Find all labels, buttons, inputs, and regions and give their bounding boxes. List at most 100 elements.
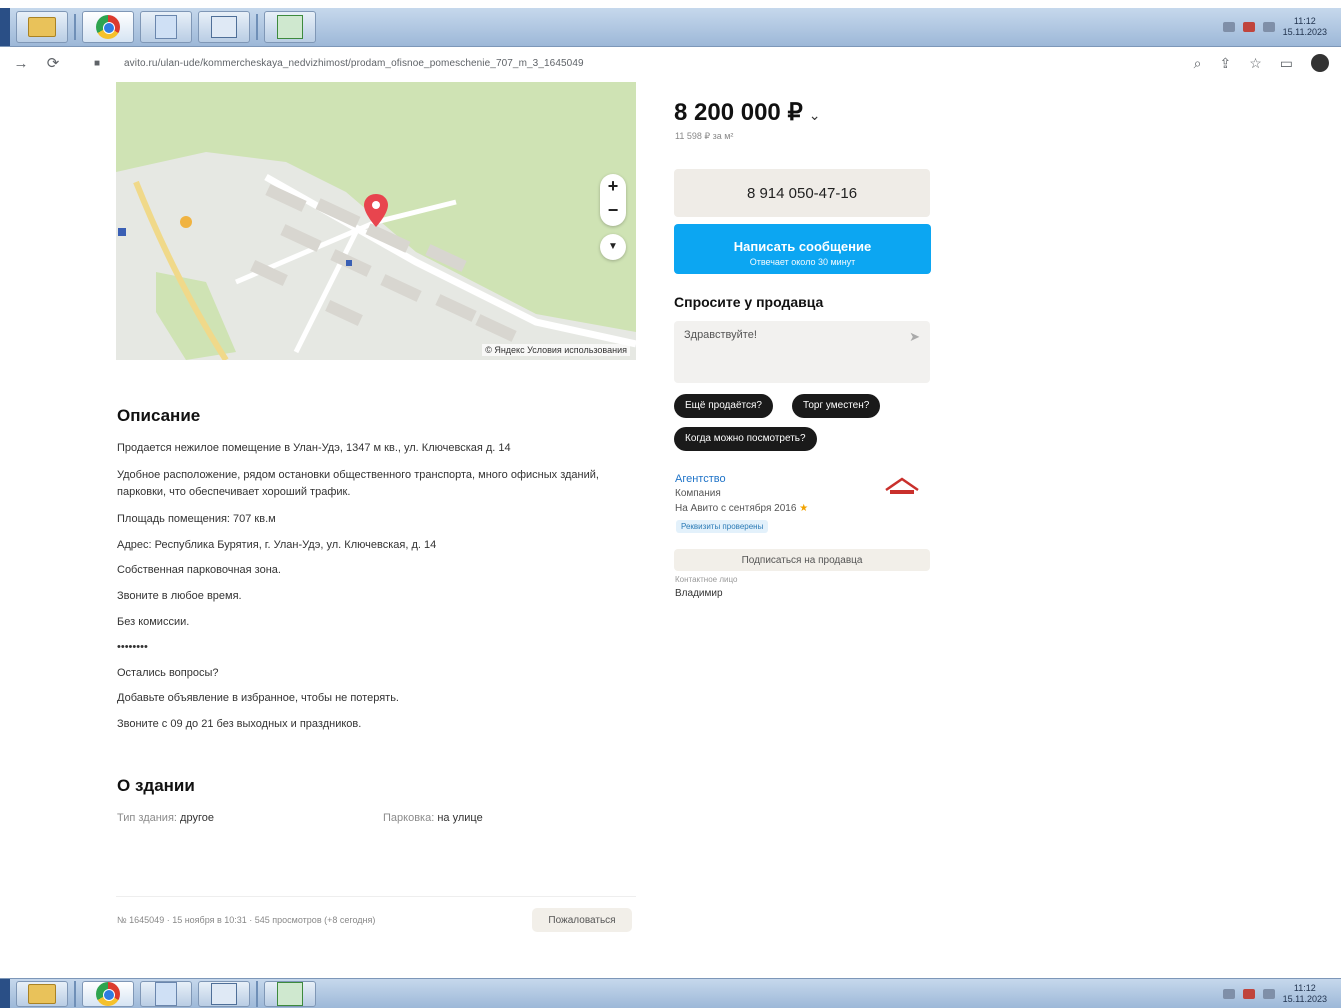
taskbar-separator: [74, 980, 76, 1007]
description-line: ••••••••: [117, 641, 148, 653]
building-item: Тип здания: другое: [117, 810, 214, 827]
taskbar-spreadsheet-button[interactable]: [264, 980, 316, 1007]
profile-avatar[interactable]: [1311, 54, 1329, 72]
taskbar-image-button[interactable]: [198, 980, 250, 1007]
description-line: Остались вопросы?: [117, 667, 219, 679]
building-item: Парковка: на улице: [383, 810, 483, 827]
building-value: другое: [180, 812, 214, 824]
description-line: Удобное расположение, рядом остановки об…: [117, 469, 599, 481]
seller-logo[interactable]: [882, 476, 922, 496]
chevron-down-icon[interactable]: ⌄: [809, 107, 821, 123]
seller-type: Компания: [675, 488, 721, 499]
price: 8 200 000 ₽ ⌄: [674, 98, 820, 127]
geolocation-button[interactable]: ▼: [600, 234, 626, 260]
taskbar-image-button[interactable]: [198, 11, 250, 43]
ask-seller-text[interactable]: Здравствуйте!: [684, 329, 757, 341]
write-message-label: Написать сообщение: [733, 239, 872, 254]
verified-badge: Реквизиты проверены: [676, 520, 769, 533]
taskbar-document-button[interactable]: [140, 11, 192, 43]
description-line: Площадь помещения: 707 кв.м: [117, 513, 276, 525]
system-tray: 11:12 15.11.2023: [1222, 983, 1341, 1005]
volume-icon[interactable]: [1262, 22, 1275, 32]
star-icon[interactable]: ☆: [1249, 55, 1262, 72]
url-field[interactable]: avito.ru/ulan-ude/kommercheskaya_nedvizh…: [124, 58, 584, 69]
taskbar-separator: [256, 980, 258, 1007]
show-phone-button[interactable]: 8 914 050-47-16: [674, 169, 930, 217]
start-button[interactable]: [0, 979, 10, 1008]
folder-icon: [28, 983, 56, 1004]
clock-date: 15.11.2023: [1282, 27, 1327, 37]
taskbar-separator: [256, 14, 258, 40]
taskbar-top: 11:12 15.11.2023: [0, 8, 1341, 47]
document-icon: [155, 981, 177, 1006]
back-arrow-icon[interactable]: →: [10, 55, 32, 72]
description-line: Звоните с 09 до 21 без выходных и праздн…: [117, 718, 362, 730]
image-icon: [211, 982, 237, 1005]
quick-question-chip[interactable]: Ещё продаётся?: [674, 394, 773, 418]
clock-time: 11:12: [1293, 982, 1316, 993]
response-time: Отвечает около 30 минут: [749, 257, 856, 267]
language-flag-icon[interactable]: [1242, 988, 1255, 999]
ask-seller-title: Спросите у продавца: [674, 294, 824, 310]
language-flag-icon[interactable]: [1242, 22, 1255, 32]
listing-meta: № 1645049 · 15 ноября в 10:31 · 545 прос…: [117, 915, 376, 925]
taskbar-chrome-button[interactable]: [82, 11, 134, 43]
building-title: О здании: [117, 776, 195, 795]
clock-date: 15.11.2023: [1282, 993, 1327, 1004]
taskbar-folder-button[interactable]: [16, 11, 68, 43]
description-line: Адрес: Республика Бурятия, г. Улан-Удэ, …: [117, 539, 437, 551]
folder-icon: [28, 17, 56, 37]
reload-icon[interactable]: ⟳: [42, 54, 64, 72]
share-icon[interactable]: ⇪: [1219, 55, 1231, 72]
taskbar-separator: [74, 14, 76, 40]
description-line: Звоните в любое время.: [117, 590, 242, 602]
spreadsheet-icon: [277, 15, 303, 39]
description-title: Описание: [117, 406, 201, 425]
description-line: Продается нежилое помещение в Улан-Удэ, …: [117, 442, 511, 454]
zoom-out-button[interactable]: −: [600, 198, 626, 222]
contact-person-name: Владимир: [675, 588, 723, 599]
taskbar-folder-button[interactable]: [16, 980, 68, 1007]
taskbar-bottom: 11:12 15.11.2023: [0, 978, 1341, 1008]
subscribe-seller-button[interactable]: Подписаться на продавца: [674, 549, 930, 571]
seller-since: На Авито с сентября 2016 ★: [675, 503, 808, 514]
seller-name-link[interactable]: Агентство: [675, 473, 726, 485]
contact-person-label: Контактное лицо: [675, 575, 738, 584]
building-value: на улице: [437, 812, 483, 824]
map[interactable]: + − ▼ © Яндекс Условия использования: [116, 82, 636, 360]
sidebar-icon[interactable]: ▭: [1280, 55, 1293, 72]
description-line: Добавьте объявление в избранное, чтобы н…: [117, 692, 399, 704]
address-bar: → ⟳ ■ avito.ru/ulan-ude/kommercheskaya_n…: [0, 48, 1341, 78]
description-line: Собственная парковочная зона.: [117, 564, 281, 576]
clock[interactable]: 11:12 15.11.2023: [1283, 983, 1327, 1005]
taskbar-chrome-button[interactable]: [82, 980, 134, 1007]
taskbar-spreadsheet-button[interactable]: [264, 11, 316, 43]
quick-question-chip[interactable]: Когда можно посмотреть?: [674, 427, 817, 451]
map-copyright[interactable]: © Яндекс Условия использования: [482, 344, 630, 356]
zoom-icon[interactable]: ⌕: [1194, 55, 1202, 72]
network-icon[interactable]: [1222, 22, 1235, 32]
start-button[interactable]: [0, 8, 10, 46]
chrome-icon: [96, 981, 120, 1006]
document-icon: [155, 15, 177, 39]
clock-time: 11:12: [1293, 16, 1316, 26]
lock-icon[interactable]: ■: [86, 58, 108, 69]
price-value: 8 200 000 ₽: [674, 99, 803, 126]
write-message-button[interactable]: Написать сообщение Отвечает около 30 мин…: [674, 224, 931, 274]
send-icon[interactable]: ➤: [909, 329, 920, 345]
network-icon[interactable]: [1222, 988, 1235, 999]
description-line: парковки, что обеспечивает хороший трафи…: [117, 486, 351, 498]
taskbar-document-button[interactable]: [140, 980, 192, 1007]
clock[interactable]: 11:12 15.11.2023: [1283, 16, 1327, 38]
zoom-in-button[interactable]: +: [600, 174, 626, 198]
quick-question-chip[interactable]: Торг уместен?: [792, 394, 881, 418]
building-key: Тип здания:: [117, 812, 177, 824]
ask-seller-input[interactable]: Здравствуйте! ➤: [674, 321, 930, 383]
map-zoom-control: + −: [600, 174, 626, 226]
footer-divider: [116, 896, 636, 897]
complain-button[interactable]: Пожаловаться: [532, 908, 632, 932]
chrome-icon: [96, 15, 120, 39]
volume-icon[interactable]: [1262, 988, 1275, 999]
system-tray: 11:12 15.11.2023: [1222, 16, 1341, 38]
price-per-meter: 11 598 ₽ за м²: [675, 131, 734, 141]
